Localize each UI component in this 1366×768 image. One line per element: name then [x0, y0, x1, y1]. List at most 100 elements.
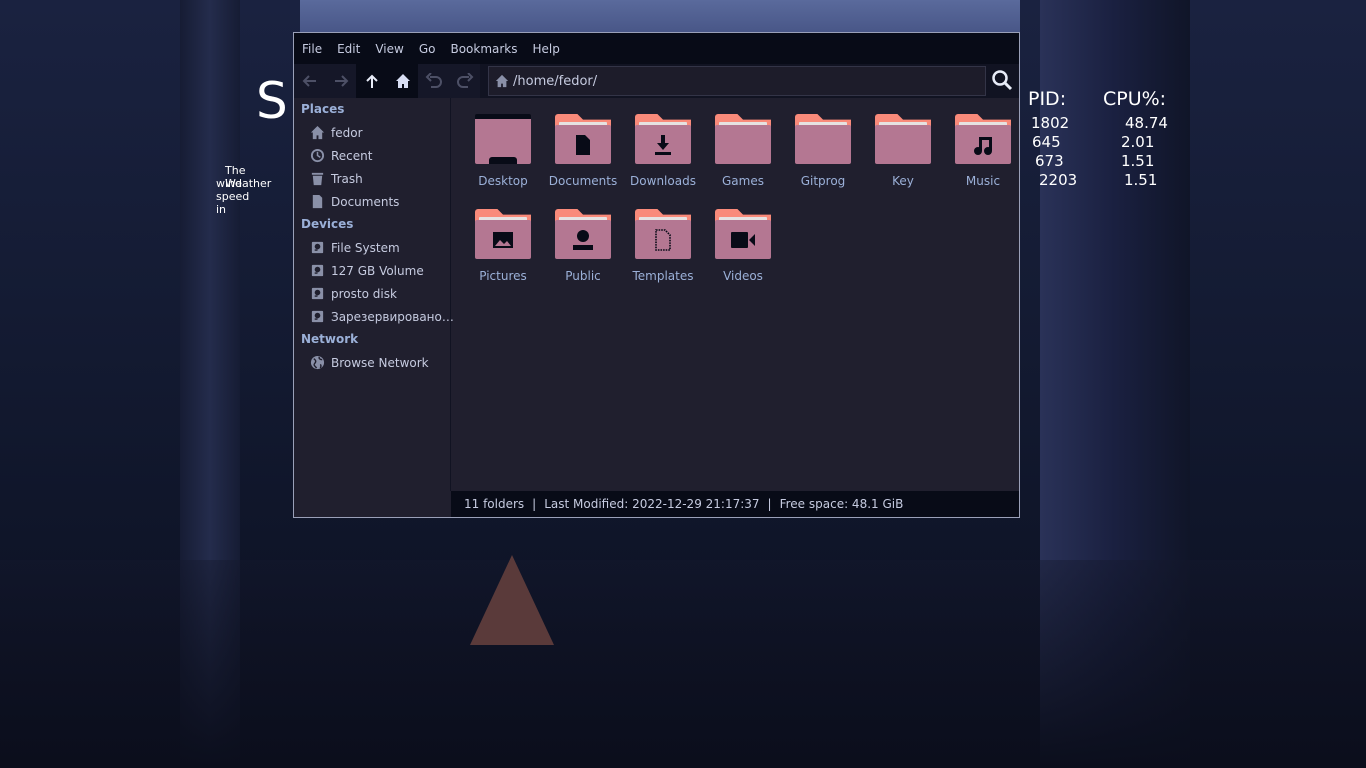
folder-music[interactable]: Music: [943, 114, 1023, 209]
path-bar[interactable]: /home/fedor/: [488, 66, 986, 96]
search-icon: [992, 70, 1013, 91]
file-manager-window: File Edit View Go Bookmarks Help /home/fedor/…: [293, 32, 1020, 518]
folder-videos[interactable]: Videos: [703, 209, 783, 304]
redo-icon: [456, 73, 473, 88]
folder-downloads[interactable]: Downloads: [623, 114, 703, 209]
undo-button[interactable]: [418, 64, 449, 98]
drive-icon: [311, 310, 324, 323]
wallpaper-floor: [0, 560, 1366, 768]
sidebar-item-label: Documents: [331, 194, 400, 209]
folder-label: Templates: [632, 269, 694, 283]
folder-desktop[interactable]: Desktop: [463, 114, 543, 209]
back-button[interactable]: [294, 64, 325, 98]
menu-help[interactable]: Help: [533, 42, 560, 56]
sidebar-item-label: Browse Network: [331, 355, 429, 370]
menu-go[interactable]: Go: [419, 42, 436, 56]
sidebar-item-label: File System: [331, 240, 400, 255]
folder-icon: [555, 209, 611, 259]
globe-icon: [310, 355, 325, 370]
sidebar-item[interactable]: Recent: [294, 144, 450, 167]
menu-bookmarks[interactable]: Bookmarks: [450, 42, 517, 56]
up-button[interactable]: [356, 64, 387, 98]
sidebar-section-places: Places: [301, 102, 345, 116]
menu-view[interactable]: View: [375, 42, 403, 56]
drive-icon: [311, 241, 324, 254]
folder-icon: [475, 114, 531, 164]
sidebar-item-label: 127 GB Volume: [331, 263, 424, 278]
trash-icon: [311, 172, 324, 186]
folder-label: Key: [892, 174, 914, 188]
sidebar: Places fedor Recent Trash Documents Devices Fi…: [294, 98, 454, 491]
person-icon: [573, 229, 593, 250]
folder-templates[interactable]: Templates: [623, 209, 703, 304]
file-view: Desktop Documents Downloads Games Gitprog Key…: [451, 98, 1019, 491]
folder-label: Desktop: [478, 174, 528, 188]
home-icon: [395, 74, 410, 88]
menu-file[interactable]: File: [302, 42, 322, 56]
folder-label: Documents: [548, 174, 618, 188]
folder-icon: [635, 114, 691, 164]
pid-header: PID:: [1028, 88, 1067, 110]
music-icon: [974, 136, 992, 155]
folder-label: Music: [965, 174, 1001, 188]
arrow-left-icon: [302, 75, 316, 87]
status-separator: |: [767, 497, 772, 511]
folder-label: Downloads: [630, 174, 696, 188]
status-modified: Last Modified: 2022-12-29 21:17:37: [544, 497, 760, 511]
status-count: 11 folders: [464, 497, 525, 511]
folder-gitprog[interactable]: Gitprog: [783, 114, 863, 209]
pid-value: 2203: [1039, 171, 1078, 189]
home-button[interactable]: [387, 64, 418, 98]
cpu-value: 2.01: [1121, 133, 1155, 151]
forward-button[interactable]: [325, 64, 356, 98]
folder-pictures[interactable]: Pictures: [463, 209, 543, 304]
sidebar-item[interactable]: Documents: [294, 190, 450, 213]
sidebar-item[interactable]: File System: [294, 236, 450, 259]
arrow-right-icon: [334, 75, 348, 87]
menu-bar: File Edit View Go Bookmarks Help: [294, 33, 1019, 64]
sidebar-item-label: Зарезервировано…: [331, 309, 454, 324]
sidebar-section-network: Network: [301, 332, 359, 346]
sidebar-item[interactable]: Зарезервировано…: [294, 305, 454, 328]
cpu-header: CPU%:: [1103, 88, 1167, 110]
home-icon: [310, 125, 325, 140]
folder-label: Pictures: [479, 269, 527, 283]
folder-documents[interactable]: Documents: [543, 114, 623, 209]
folder-icon: [555, 114, 611, 164]
folder-icon: [715, 209, 771, 259]
folder-icon: [955, 114, 1011, 164]
redo-button[interactable]: [449, 64, 480, 98]
menu-edit[interactable]: Edit: [337, 42, 360, 56]
sidebar-section-devices: Devices: [301, 217, 354, 231]
search-button[interactable]: [991, 69, 1013, 95]
folder-public[interactable]: Public: [543, 209, 623, 304]
picture-icon: [493, 231, 513, 248]
sidebar-item-label: fedor: [331, 125, 363, 140]
sidebar-item-label: prosto disk: [331, 286, 397, 301]
template-icon: [655, 228, 671, 251]
drive-icon: [311, 287, 324, 300]
folder-icon: [875, 114, 931, 164]
desktop-bar: [489, 157, 517, 164]
sidebar-item[interactable]: Trash: [294, 167, 450, 190]
document-icon: [576, 134, 590, 155]
wallpaper-cone: [470, 555, 554, 645]
path-text: /home/fedor/: [513, 73, 598, 89]
pid-value: 1802: [1031, 114, 1070, 132]
folder-label: Public: [565, 269, 601, 283]
status-separator: |: [532, 497, 537, 511]
folder-key[interactable]: Key: [863, 114, 943, 209]
cpu-value: 1.51: [1124, 171, 1158, 189]
sidebar-item[interactable]: 127 GB Volume: [294, 259, 450, 282]
drive-icon: [311, 264, 324, 277]
download-icon: [655, 134, 671, 155]
sidebar-item-label: Trash: [331, 171, 363, 186]
video-camera-icon: [731, 231, 755, 248]
folder-icon: [635, 209, 691, 259]
sidebar-item[interactable]: fedor: [294, 121, 450, 144]
clock-icon: [310, 148, 325, 163]
folder-icon: [715, 114, 771, 164]
folder-games[interactable]: Games: [703, 114, 783, 209]
sidebar-item[interactable]: Browse Network: [294, 351, 450, 374]
sidebar-item[interactable]: prosto disk: [294, 282, 450, 305]
